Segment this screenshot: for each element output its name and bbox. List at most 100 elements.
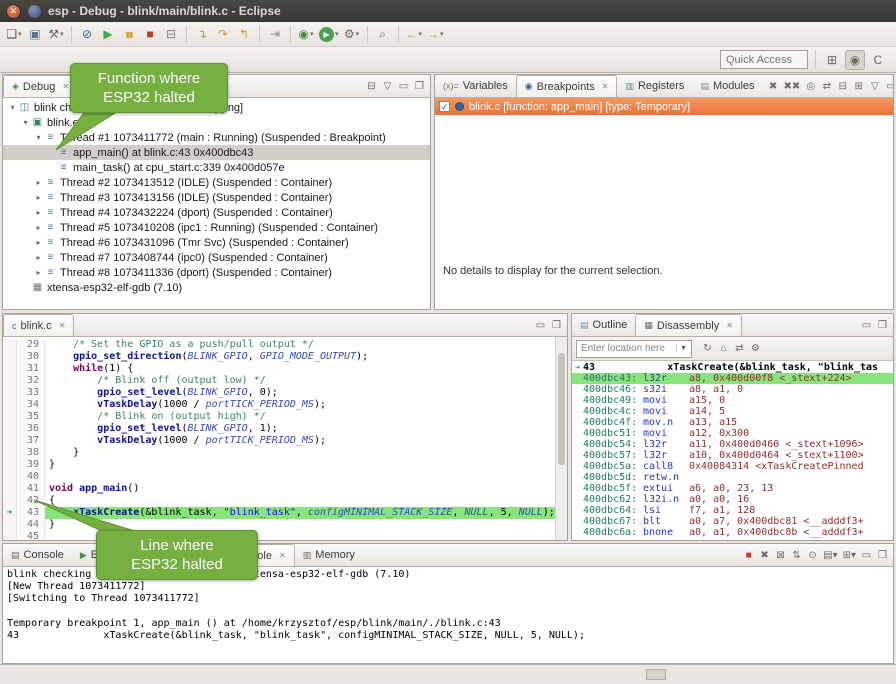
- location-combo[interactable]: Enter location here ▼: [576, 340, 692, 358]
- disassembly-row[interactable]: 400dbc67:blta0, a7, 0x400dbc81 <__adddf3…: [572, 516, 893, 527]
- disassembly-row[interactable]: 400dbc5a:call80x40084314 <xTaskCreatePin…: [572, 461, 893, 472]
- annotation-ruler[interactable]: [3, 471, 17, 483]
- code-line[interactable]: 35 /* Blink on (output high) */: [3, 411, 555, 423]
- home-icon[interactable]: ⌂: [718, 343, 729, 354]
- code-line[interactable]: 44}: [3, 519, 555, 531]
- skip-all-breakpoints-button[interactable]: ⊘: [77, 24, 97, 44]
- disassembly-row[interactable]: 400dbc5d:retw.n: [572, 472, 893, 483]
- annotation-ruler[interactable]: [3, 387, 17, 399]
- instruction-pointer-icon[interactable]: ➜: [3, 507, 17, 519]
- remove-all-breakpoints-icon[interactable]: ✖✖: [784, 81, 801, 92]
- debug-tree-item[interactable]: ≡main_task() at cpu_start.c:339 0x400d05…: [3, 160, 430, 175]
- console-output[interactable]: blink checking [GDB Hardware Debugging] …: [3, 567, 893, 663]
- annotation-ruler[interactable]: [3, 459, 17, 471]
- back-button[interactable]: ←▾: [404, 24, 425, 44]
- close-icon[interactable]: ✕: [59, 321, 66, 330]
- code-line[interactable]: 40: [3, 471, 555, 483]
- close-button[interactable]: ✕: [6, 4, 21, 19]
- step-return-button[interactable]: ↰: [234, 24, 254, 44]
- scroll-lock-icon[interactable]: ⇅: [791, 550, 802, 561]
- settings-icon[interactable]: ⚙: [750, 343, 761, 354]
- close-icon[interactable]: ✕: [279, 551, 286, 560]
- code-line[interactable]: 36 gpio_set_level(BLINK_GPIO, 1);: [3, 423, 555, 435]
- quick-access-input[interactable]: [720, 50, 808, 69]
- breakpoint-checkbox[interactable]: ✓: [439, 101, 450, 112]
- code-area[interactable]: 29 /* Set the GPIO as a push/pull output…: [3, 337, 555, 540]
- expand-all-icon[interactable]: ⊞: [853, 81, 864, 92]
- display-selected-console-icon[interactable]: ▤▾: [823, 550, 837, 561]
- tab-console[interactable]: ▤Console: [3, 544, 72, 566]
- disassembly-row[interactable]: 400dbc4f:mov.na13, a15: [572, 417, 893, 428]
- annotation-ruler[interactable]: [3, 399, 17, 411]
- tab-blink-c[interactable]: cblink.c✕: [3, 314, 74, 336]
- tree-twistie-icon[interactable]: ▸: [33, 238, 44, 247]
- code-line[interactable]: 45: [3, 531, 555, 540]
- build-button[interactable]: ⚒▾: [46, 24, 66, 44]
- code-line[interactable]: 33 gpio_set_level(BLINK_GPIO, 0);: [3, 387, 555, 399]
- refresh-icon[interactable]: ↻: [702, 343, 713, 354]
- close-icon[interactable]: ✕: [62, 82, 69, 91]
- annotation-ruler[interactable]: [3, 339, 17, 351]
- code-line[interactable]: ➜43 xTaskCreate(&blink_task, "blink_task…: [3, 507, 555, 519]
- minimize-icon[interactable]: ▭: [885, 81, 894, 92]
- debug-tree-item[interactable]: ▸≡Thread #6 1073431096 (Tmr Svc) (Suspen…: [3, 235, 430, 250]
- debug-perspective-button[interactable]: ◉: [845, 50, 865, 70]
- debug-tree-item[interactable]: ▸≡Thread #5 1073410208 (ipc1 : Running) …: [3, 220, 430, 235]
- maximize-icon[interactable]: ❐: [414, 81, 425, 92]
- tree-twistie-icon[interactable]: ▸: [33, 268, 44, 277]
- disassembly-row[interactable]: 400dbc54:l32ra11, 0x400d0460 <_stext+109…: [572, 439, 893, 450]
- tab-debug[interactable]: ◈Debug✕: [3, 75, 78, 97]
- disassembly-source-row[interactable]: ➜43 xTaskCreate(&blink_task, "blink_tas: [572, 362, 893, 373]
- tree-twistie-icon[interactable]: ▸: [33, 178, 44, 187]
- code-line[interactable]: 29 /* Set the GPIO as a push/pull output…: [3, 339, 555, 351]
- run-button[interactable]: ▶▾: [317, 24, 341, 44]
- tab-outline[interactable]: ▤Outline: [572, 314, 635, 336]
- link-with-active-debug-icon[interactable]: ⇄: [734, 343, 745, 354]
- debug-tree-item[interactable]: ▦xtensa-esp32-elf-gdb (7.10): [3, 280, 430, 295]
- annotation-ruler[interactable]: [3, 375, 17, 387]
- open-console-icon[interactable]: ⊞▾: [843, 550, 856, 561]
- step-into-button[interactable]: ↴: [192, 24, 212, 44]
- debug-button[interactable]: ◉▾: [296, 24, 316, 44]
- debug-tree-item[interactable]: ▸≡Thread #3 1073413156 (IDLE) (Suspended…: [3, 190, 430, 205]
- tree-twistie-icon[interactable]: ▸: [33, 253, 44, 262]
- view-menu-icon[interactable]: ▽: [869, 81, 880, 92]
- annotation-ruler[interactable]: [3, 423, 17, 435]
- code-line[interactable]: 41void app_main(): [3, 483, 555, 495]
- maximize-icon[interactable]: ❐: [551, 320, 562, 331]
- remove-breakpoint-icon[interactable]: ✖: [768, 81, 779, 92]
- disassembly-row[interactable]: 400dbc49:movia15, 0: [572, 395, 893, 406]
- external-tools-button[interactable]: ⚙▾: [342, 24, 362, 44]
- maximize-icon[interactable]: ❐: [877, 550, 888, 561]
- step-over-button[interactable]: ↷: [213, 24, 233, 44]
- minimize-icon[interactable]: ▭: [861, 550, 872, 561]
- terminate-button[interactable]: ■: [140, 24, 160, 44]
- code-line[interactable]: 32 /* Blink off (output low) */: [3, 375, 555, 387]
- minimize-icon[interactable]: ▭: [535, 320, 546, 331]
- disassembly-row[interactable]: 400dbc62:l32i.na0, a0, 16: [572, 494, 893, 505]
- open-perspective-button[interactable]: ⊞: [822, 50, 842, 70]
- editor-scrollbar[interactable]: [555, 337, 567, 540]
- debug-tree-item[interactable]: ▾≡Thread #1 1073411772 (main : Running) …: [3, 130, 430, 145]
- annotation-ruler[interactable]: [3, 351, 17, 363]
- debug-tree-item[interactable]: ▸≡Thread #4 1073432224 (dport) (Suspende…: [3, 205, 430, 220]
- maximize-icon[interactable]: ❐: [877, 320, 888, 331]
- chevron-down-icon[interactable]: ▼: [676, 345, 687, 352]
- disconnect-button[interactable]: ⊟: [161, 24, 181, 44]
- annotation-ruler[interactable]: [3, 411, 17, 423]
- tree-twistie-icon[interactable]: ▸: [33, 223, 44, 232]
- collapse-all-icon[interactable]: ⊟: [366, 81, 377, 92]
- minimize-icon[interactable]: ▭: [861, 320, 872, 331]
- breakpoint-row[interactable]: ✓blink.c [function: app_main] [type: Tem…: [435, 98, 893, 115]
- debug-tree-item[interactable]: ▸≡Thread #7 1073408744 (ipc0) (Suspended…: [3, 250, 430, 265]
- code-line[interactable]: 39}: [3, 459, 555, 471]
- remove-launch-icon[interactable]: ✖: [759, 550, 770, 561]
- forward-button[interactable]: →▾: [425, 24, 446, 44]
- new-wizard-button[interactable]: ❏▾: [4, 24, 24, 44]
- terminate-icon[interactable]: ■: [743, 550, 754, 561]
- close-icon[interactable]: ✕: [726, 321, 733, 330]
- debug-tree-item[interactable]: ▸≡Thread #8 1073411336 (dport) (Suspende…: [3, 265, 430, 280]
- disassembly-row[interactable]: 400dbc5f:extuia6, a0, 23, 13: [572, 483, 893, 494]
- tab-variables[interactable]: (x)=Variables: [435, 75, 516, 97]
- view-menu-icon[interactable]: ▽: [382, 81, 393, 92]
